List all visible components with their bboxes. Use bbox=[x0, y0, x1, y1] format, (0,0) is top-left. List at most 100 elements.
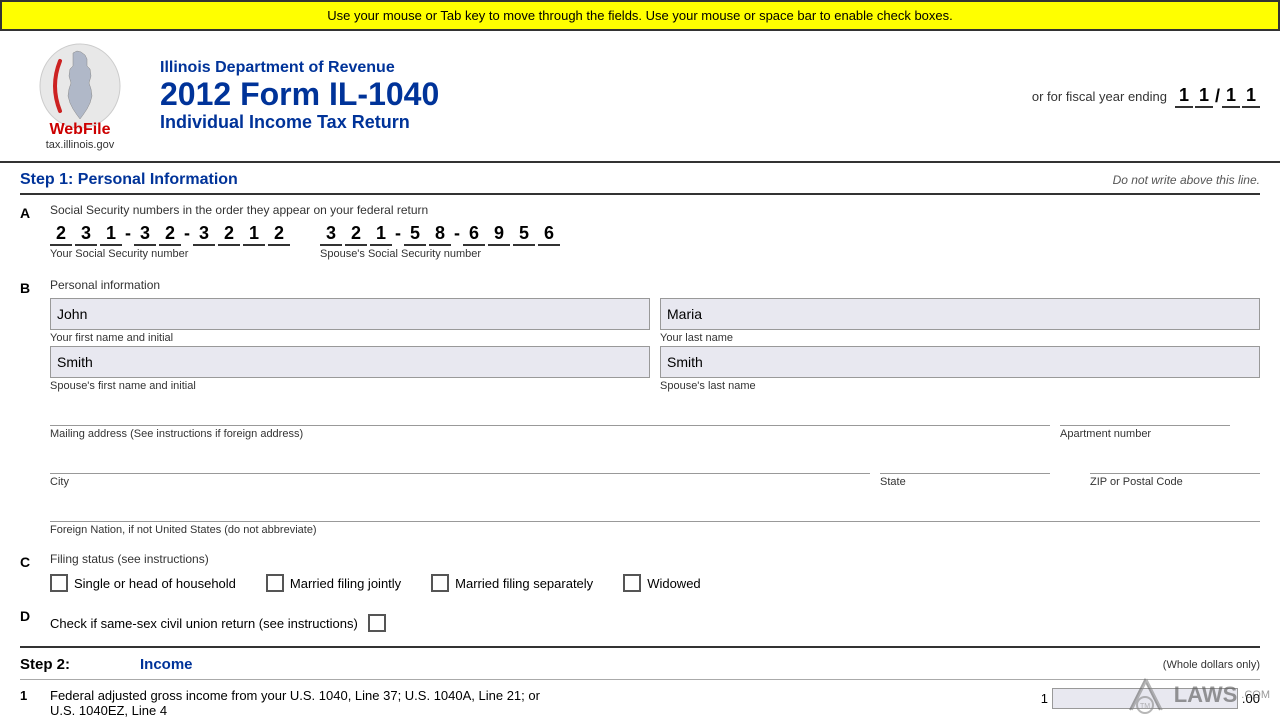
ssn-d4[interactable]: 3 bbox=[134, 223, 156, 246]
your-first-name-input[interactable] bbox=[50, 298, 650, 330]
spouse-ssn-boxes: 3 2 1 - 5 8 - 6 9 5 6 bbox=[320, 223, 560, 246]
filing-status-row: Single or head of household Married fili… bbox=[50, 574, 1260, 592]
form-header: WebFile tax.illinois.gov Illinois Depart… bbox=[0, 31, 1280, 163]
state-label: State bbox=[880, 476, 1080, 488]
mailing-address-group: Mailing address (See instructions if for… bbox=[50, 394, 1050, 440]
section-d-letter: D bbox=[20, 608, 40, 632]
sssn-d5[interactable]: 8 bbox=[429, 223, 451, 246]
spouse-last-name-input[interactable] bbox=[660, 346, 1260, 378]
spouse-first-name-label: Spouse's first name and initial bbox=[50, 380, 650, 392]
ssn-d9[interactable]: 2 bbox=[268, 223, 290, 246]
same-sex-label: Check if same-sex civil union return (se… bbox=[50, 616, 358, 631]
section-c-letter: C bbox=[20, 554, 40, 592]
first-name-row: Your first name and initial Your last na… bbox=[50, 298, 1260, 344]
form-title: 2012 Form IL-1040 bbox=[160, 77, 1032, 112]
spouse-last-name-group: Spouse's last name bbox=[660, 346, 1260, 392]
section-c: C Filing status (see instructions) Singl… bbox=[20, 552, 1260, 592]
whole-dollars-label: (Whole dollars only) bbox=[1163, 659, 1260, 671]
fiscal-slash: / bbox=[1215, 86, 1220, 107]
section-c-desc: Filing status (see instructions) bbox=[50, 552, 1260, 566]
filing-widowed-checkbox[interactable] bbox=[623, 574, 641, 592]
sssn-d9[interactable]: 6 bbox=[538, 223, 560, 246]
income-num-1: 1 bbox=[20, 688, 40, 703]
mailing-address-input[interactable] bbox=[50, 394, 1050, 426]
step2-title: Income bbox=[140, 656, 193, 673]
ssn-d2[interactable]: 3 bbox=[75, 223, 97, 246]
spouse-last-name-label: Spouse's last name bbox=[660, 380, 1260, 392]
same-sex-row: Check if same-sex civil union return (se… bbox=[50, 614, 1260, 632]
logo-area: WebFile tax.illinois.gov bbox=[20, 41, 140, 151]
section-d-content: Check if same-sex civil union return (se… bbox=[50, 606, 1260, 632]
fiscal-m2[interactable]: 1 bbox=[1195, 85, 1213, 108]
step2-divider bbox=[20, 679, 1260, 680]
sssn-d4[interactable]: 5 bbox=[404, 223, 426, 246]
fiscal-boxes: 1 1 / 1 1 bbox=[1175, 85, 1260, 108]
sssn-d8[interactable]: 5 bbox=[513, 223, 535, 246]
zip-input[interactable] bbox=[1090, 442, 1260, 474]
filing-separate-label: Married filing separately bbox=[455, 576, 593, 591]
filing-joint-checkbox[interactable] bbox=[266, 574, 284, 592]
spouse-first-name-input[interactable] bbox=[50, 346, 650, 378]
filing-separate-checkbox[interactable] bbox=[431, 574, 449, 592]
section-b: B Personal information Your first name a… bbox=[20, 278, 1260, 538]
ssn-d7[interactable]: 2 bbox=[218, 223, 240, 246]
laws-domain: .COM bbox=[1241, 689, 1270, 701]
tax-url: tax.illinois.gov bbox=[46, 139, 114, 151]
fiscal-d2[interactable]: 1 bbox=[1242, 85, 1260, 108]
sssn-d6[interactable]: 6 bbox=[463, 223, 485, 246]
income-row-1: 1 Federal adjusted gross income from you… bbox=[20, 682, 1260, 724]
filing-joint-label: Married filing jointly bbox=[290, 576, 401, 591]
ssn-d3[interactable]: 1 bbox=[100, 223, 122, 246]
your-last-name-input[interactable] bbox=[660, 298, 1260, 330]
section-a-letter: A bbox=[20, 205, 40, 264]
ssn-d6[interactable]: 3 bbox=[193, 223, 215, 246]
step1-label: Step 1: bbox=[20, 171, 73, 188]
sssn-d3[interactable]: 1 bbox=[370, 223, 392, 246]
ssn-row: 2 3 1 - 3 2 - 3 2 1 2 Your Social Securi… bbox=[50, 223, 1260, 260]
foreign-nation-label: Foreign Nation, if not United States (do… bbox=[50, 524, 1260, 536]
income-desc-1: Federal adjusted gross income from your … bbox=[50, 688, 1031, 718]
step2-header-row: Step 2: Income (Whole dollars only) bbox=[20, 652, 1260, 677]
sssn-d7[interactable]: 9 bbox=[488, 223, 510, 246]
foreign-nation-group: Foreign Nation, if not United States (do… bbox=[50, 490, 1260, 536]
city-input[interactable] bbox=[50, 442, 870, 474]
filing-single-checkbox[interactable] bbox=[50, 574, 68, 592]
spouse-ssn-group: 3 2 1 - 5 8 - 6 9 5 6 Spouse's Social Se… bbox=[320, 223, 560, 260]
step2-step-label: Step 2: bbox=[20, 656, 70, 673]
ssn-d1[interactable]: 2 bbox=[50, 223, 72, 246]
foreign-nation-input[interactable] bbox=[50, 490, 1260, 522]
form-title-area: Illinois Department of Revenue 2012 Form… bbox=[160, 59, 1032, 133]
form-body: Step 1: Personal Information Do not writ… bbox=[0, 163, 1280, 724]
mailing-address-label: Mailing address (See instructions if for… bbox=[50, 428, 1050, 440]
ssn-d5[interactable]: 2 bbox=[159, 223, 181, 246]
your-last-name-group: Your last name bbox=[660, 298, 1260, 344]
laws-logo-icon: TM bbox=[1120, 675, 1170, 715]
apt-label: Apartment number bbox=[1060, 428, 1260, 440]
ssn-dash1: - bbox=[125, 223, 131, 246]
fiscal-m1[interactable]: 1 bbox=[1175, 85, 1193, 108]
section-a: A Social Security numbers in the order t… bbox=[20, 203, 1260, 264]
state-group: State bbox=[880, 442, 1080, 488]
step2-label: Step 2: bbox=[20, 656, 140, 673]
apt-input[interactable] bbox=[1060, 394, 1230, 426]
sssn-d1[interactable]: 3 bbox=[320, 223, 342, 246]
fiscal-d1[interactable]: 1 bbox=[1222, 85, 1240, 108]
section-a-desc: Social Security numbers in the order the… bbox=[50, 203, 1260, 217]
form-subtitle: Individual Income Tax Return bbox=[160, 112, 1032, 133]
section-d: D Check if same-sex civil union return (… bbox=[20, 606, 1260, 632]
sssn-d2[interactable]: 2 bbox=[345, 223, 367, 246]
sssn-dash1: - bbox=[395, 223, 401, 246]
city-state-zip-row: City State ZIP or Postal Code bbox=[50, 442, 1260, 488]
illinois-logo bbox=[35, 41, 125, 131]
banner-text: Use your mouse or Tab key to move throug… bbox=[327, 8, 953, 23]
same-sex-checkbox[interactable] bbox=[368, 614, 386, 632]
step1-header: Step 1: Personal Information Do not writ… bbox=[20, 163, 1260, 195]
filing-single: Single or head of household bbox=[50, 574, 236, 592]
state-input[interactable] bbox=[880, 442, 1050, 474]
apt-group: Apartment number bbox=[1060, 394, 1260, 440]
section-b-content: Personal information Your first name and… bbox=[50, 278, 1260, 538]
fiscal-year-area: or for fiscal year ending 1 1 / 1 1 bbox=[1032, 85, 1260, 108]
ssn-d8[interactable]: 1 bbox=[243, 223, 265, 246]
filing-joint: Married filing jointly bbox=[266, 574, 401, 592]
filing-widowed: Widowed bbox=[623, 574, 700, 592]
